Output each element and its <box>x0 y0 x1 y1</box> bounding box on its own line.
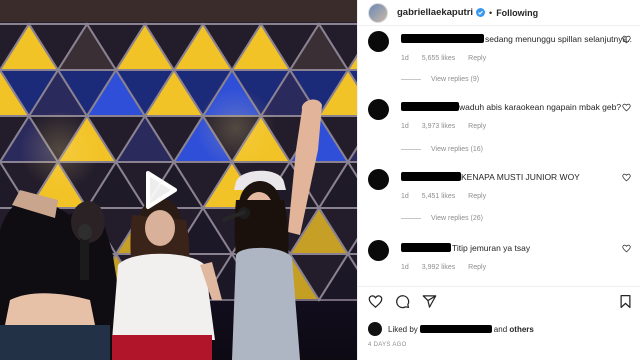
liked-by-avatar[interactable] <box>368 322 382 336</box>
redacted-username <box>401 102 459 111</box>
liked-by-prefix: Liked by <box>388 324 418 334</box>
comment-avatar[interactable] <box>368 31 389 52</box>
comment-like-icon[interactable] <box>622 244 631 253</box>
play-icon[interactable] <box>133 165 183 215</box>
heart-icon[interactable] <box>368 294 383 309</box>
redacted-username <box>401 172 461 181</box>
comment-meta: 1d 5,655 likes Reply <box>401 55 497 62</box>
comment-meta: 1d 3,992 likes Reply <box>401 264 497 271</box>
comment-likes[interactable]: 3,973 likes <box>422 123 455 130</box>
view-replies[interactable]: View replies (9) <box>401 76 479 83</box>
comment-meta: 1d 5,451 likes Reply <box>401 193 497 200</box>
post-actions: Liked by and others 4 DAYS AGO <box>358 286 640 360</box>
verified-badge-icon <box>476 8 486 17</box>
comment-meta: 1d 3,973 likes Reply <box>401 123 497 130</box>
comment-like-icon[interactable] <box>622 103 631 112</box>
comment-text: KENAPA MUSTI JUNIOR WOY <box>461 172 580 182</box>
instagram-post-view: gabriellaekaputri • Following sedang men… <box>0 0 640 360</box>
view-replies-label[interactable]: View replies (26) <box>431 215 483 222</box>
view-replies[interactable]: View replies (16) <box>401 146 483 153</box>
comment-likes[interactable]: 5,655 likes <box>422 55 455 62</box>
header-separator: • <box>489 7 493 18</box>
comment-time: 1d <box>401 193 409 200</box>
view-replies[interactable]: View replies (26) <box>401 215 483 222</box>
comment-text: sedang menunggu spillan selanjutnya.. <box>485 34 632 44</box>
comment-time: 1d <box>401 264 409 271</box>
comment-time: 1d <box>401 123 409 130</box>
comment-avatar[interactable] <box>368 240 389 261</box>
liked-by-row: Liked by and others <box>368 321 534 337</box>
comment-reply-button[interactable]: Reply <box>468 123 486 130</box>
comment-like-icon[interactable] <box>622 173 631 182</box>
comment-text: waduh abis karaokean ngapain mbak geb? <box>459 102 622 112</box>
liked-by-suffix[interactable]: and others <box>494 325 534 334</box>
comment-avatar[interactable] <box>368 99 389 120</box>
comment-icon[interactable] <box>395 294 410 309</box>
comment-like-icon[interactable] <box>622 35 631 44</box>
post-header: gabriellaekaputri • Following <box>358 0 640 26</box>
post-side-panel: gabriellaekaputri • Following sedang men… <box>357 0 640 360</box>
liked-by-others[interactable]: others <box>509 325 533 334</box>
liked-by-conjunction: and <box>493 324 508 334</box>
redacted-username <box>401 34 484 43</box>
comment-reply-button[interactable]: Reply <box>468 193 486 200</box>
comment-avatar[interactable] <box>368 169 389 190</box>
comment-reply-button[interactable]: Reply <box>468 264 486 271</box>
comment-text: Titip jemuran ya tsay <box>452 243 531 253</box>
view-replies-label[interactable]: View replies (16) <box>431 146 483 153</box>
author-avatar[interactable] <box>368 2 388 23</box>
view-replies-label[interactable]: View replies (9) <box>431 76 479 83</box>
post-video[interactable] <box>0 0 357 360</box>
comment-likes[interactable]: 3,992 likes <box>422 264 455 271</box>
share-icon[interactable] <box>422 294 437 309</box>
comment-reply-button[interactable]: Reply <box>468 55 486 62</box>
author-username[interactable]: gabriellaekaputri <box>397 7 473 18</box>
follow-status-button[interactable]: Following <box>496 8 538 18</box>
comment-likes[interactable]: 5,451 likes <box>422 193 455 200</box>
redacted-liker <box>419 325 492 333</box>
comment-time: 1d <box>401 55 409 62</box>
post-timestamp: 4 DAYS AGO <box>368 342 407 348</box>
bookmark-icon[interactable] <box>618 294 633 309</box>
redacted-username <box>401 243 451 252</box>
